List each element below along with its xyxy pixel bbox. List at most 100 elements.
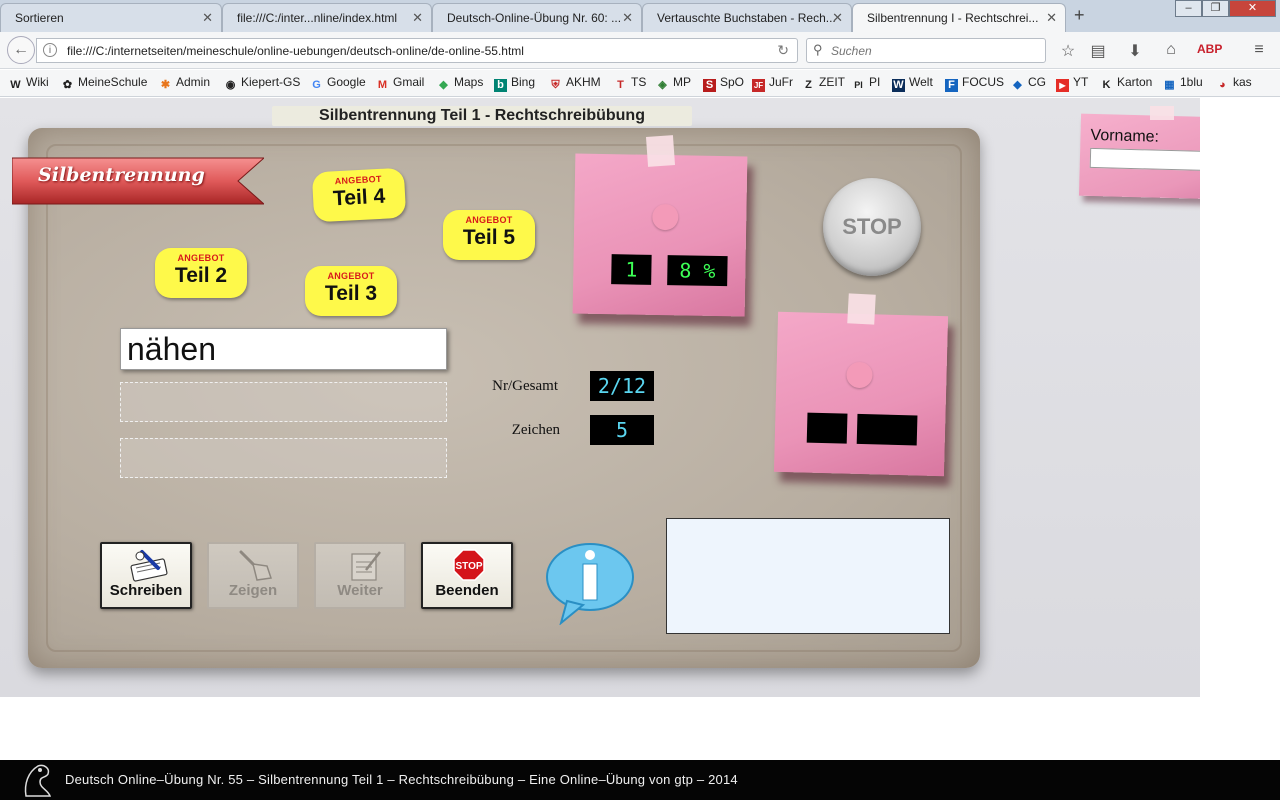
answer-field-1[interactable] xyxy=(120,382,447,422)
bookmark-cg[interactable]: ◆ CG xyxy=(1011,75,1046,92)
bookmark-meineschule[interactable]: ✿ MeineSchule xyxy=(61,75,147,92)
beenden-button[interactable]: STOP Beenden xyxy=(421,542,513,609)
tape-strip xyxy=(847,293,876,325)
url-bar[interactable]: i file:///C:/internetseiten/meineschule/… xyxy=(36,38,798,63)
menu-icon[interactable]: ≡ xyxy=(1249,41,1269,59)
tape-strip xyxy=(1150,106,1174,120)
nr-gesamt-label: Nr/Gesamt xyxy=(492,378,558,394)
bookmark-focus[interactable]: F FOCUS xyxy=(945,75,1004,92)
offer-tag-teil-2[interactable]: ANGEBOT Teil 2 xyxy=(155,248,247,298)
flower-icon: ✿ xyxy=(62,79,73,91)
bookmark-karton[interactable]: K Karton xyxy=(1100,75,1153,92)
adblock-icon[interactable]: ABP xyxy=(1197,42,1222,56)
bookmark-kiepert[interactable]: ◉ Kiepert-GS xyxy=(224,75,301,92)
button-label: Weiter xyxy=(337,582,383,599)
pi-icon: PI xyxy=(854,80,863,90)
close-window-button[interactable]: ✕ xyxy=(1229,0,1276,17)
joomla-icon: ✱ xyxy=(160,79,171,91)
tab-vertauschte[interactable]: Vertauschte Buchstaben - Rech... ✕ xyxy=(642,3,852,32)
ts-icon: T xyxy=(617,79,624,91)
tab-label: Vertauschte Buchstaben - Rech... xyxy=(657,11,836,25)
bookmark-pi[interactable]: PI PI xyxy=(852,75,880,92)
offer-tag-header: ANGEBOT xyxy=(327,271,375,281)
answer-field-2[interactable] xyxy=(120,438,447,478)
offer-tag-teil-4[interactable]: ANGEBOT Teil 4 xyxy=(311,167,407,223)
exercise-page: Silbentrennung Teil 1 - Rechtschreibübun… xyxy=(0,98,1200,697)
tape-strip xyxy=(645,135,676,167)
bookmark-bing[interactable]: b Bing xyxy=(494,75,535,92)
bookmark-kas[interactable]: ◕ kas xyxy=(1216,75,1252,92)
close-icon[interactable]: ✕ xyxy=(202,10,213,26)
pin-icon xyxy=(652,203,679,231)
info-bubble-icon: i xyxy=(546,543,634,626)
reload-icon[interactable]: ↻ xyxy=(777,42,789,59)
stop-button[interactable]: STOP xyxy=(823,178,921,276)
pointer-hand-icon xyxy=(239,550,272,581)
offer-tag-teil-5[interactable]: ANGEBOT Teil 5 xyxy=(443,210,535,260)
bookmark-welt[interactable]: W Welt xyxy=(892,75,933,92)
info-button[interactable]: i xyxy=(545,541,637,626)
offer-tag-label: Teil 4 xyxy=(332,184,386,211)
vorname-input[interactable] xyxy=(1089,147,1200,172)
shield-icon: ⛨ xyxy=(551,79,560,91)
bookmark-gmail[interactable]: M Gmail xyxy=(376,75,424,92)
bookmark-google[interactable]: G Google xyxy=(310,75,365,92)
bookmark-mp[interactable]: ◈ MP xyxy=(656,75,691,92)
bookmark-ts[interactable]: T TS xyxy=(614,75,646,92)
tab-label: Sortieren xyxy=(15,11,64,25)
offer-tag-teil-3[interactable]: ANGEBOT Teil 3 xyxy=(305,266,397,316)
tab-label: Deutsch-Online-Übung Nr. 60: ... xyxy=(447,11,622,25)
search-input[interactable] xyxy=(831,42,1036,59)
reading-list-icon[interactable]: ▤ xyxy=(1088,41,1108,61)
tab-uebung-60[interactable]: Deutsch-Online-Übung Nr. 60: ... ✕ xyxy=(432,3,642,32)
zeit-icon: Z xyxy=(805,79,812,91)
button-label: Beenden xyxy=(435,582,499,599)
bookmark-1blu[interactable]: ▦ 1blu xyxy=(1163,75,1202,92)
bookmark-wiki[interactable]: W Wiki xyxy=(9,75,48,92)
bookmark-spo[interactable]: S SpO xyxy=(703,75,744,92)
tab-silbentrennung[interactable]: Silbentrennung I - Rechtschrei... ✕ xyxy=(852,3,1066,32)
zeigen-button[interactable]: Zeigen xyxy=(207,542,299,609)
pin-icon xyxy=(846,361,873,389)
search-bar[interactable]: ⚲ xyxy=(806,38,1046,63)
score-note: 1 8 % xyxy=(572,153,748,317)
zeichen-label: Zeichen xyxy=(511,422,560,438)
site-info-icon[interactable]: i xyxy=(43,43,57,57)
youtube-icon: ▶ xyxy=(1056,79,1069,92)
mp-icon: ◈ xyxy=(658,79,667,91)
bookmark-akhm[interactable]: ⛨ AKHM xyxy=(549,75,600,92)
karton-icon: K xyxy=(1102,79,1111,91)
welt-icon: W xyxy=(892,79,905,92)
download-icon[interactable]: ⬇ xyxy=(1125,41,1145,61)
vorname-note: Vorname: xyxy=(1078,113,1200,201)
tab-bar: Sortieren ✕ file:///C:/inter...nline/ind… xyxy=(0,0,1280,32)
stop-sign-text: STOP xyxy=(455,561,482,572)
bookmark-maps[interactable]: ◆ Maps xyxy=(437,75,483,92)
url-text[interactable]: file:///C:/internetseiten/meineschule/on… xyxy=(67,44,524,58)
minimize-button[interactable]: – xyxy=(1175,0,1202,17)
home-icon[interactable]: ⌂ xyxy=(1161,41,1181,59)
1blu-icon: ▦ xyxy=(1164,79,1175,91)
button-label: Zeigen xyxy=(228,582,278,599)
weiter-button[interactable]: Weiter xyxy=(314,542,406,609)
feedback-box xyxy=(666,518,950,634)
bookmark-yt[interactable]: ▶ YT xyxy=(1056,75,1088,92)
schreiben-button[interactable]: Schreiben xyxy=(100,542,192,609)
restore-button[interactable]: ❐ xyxy=(1202,0,1229,17)
globe-icon: ◉ xyxy=(225,79,236,91)
new-tab-button[interactable]: + xyxy=(1074,5,1085,26)
close-icon[interactable]: ✕ xyxy=(1046,10,1057,26)
bookmark-jufr[interactable]: JF JuFr xyxy=(752,75,793,92)
close-icon[interactable]: ✕ xyxy=(412,10,423,26)
tab-index[interactable]: file:///C:/inter...nline/index.html ✕ xyxy=(222,3,432,32)
browser-window: { "browser": { "tabs": [ {"label": "Sort… xyxy=(0,0,1280,800)
bookmark-star-icon[interactable]: ☆ xyxy=(1058,41,1078,61)
close-icon[interactable]: ✕ xyxy=(832,10,843,26)
close-icon[interactable]: ✕ xyxy=(622,10,633,26)
bookmark-admin[interactable]: ✱ Admin xyxy=(159,75,210,92)
google-icon: G xyxy=(312,79,321,91)
silbentrennung-ribbon: Silbentrennung xyxy=(11,156,266,206)
back-button[interactable]: ← xyxy=(7,36,35,64)
bookmark-zeit[interactable]: Z ZEIT xyxy=(802,75,845,92)
tab-sortieren[interactable]: Sortieren ✕ xyxy=(0,3,222,32)
